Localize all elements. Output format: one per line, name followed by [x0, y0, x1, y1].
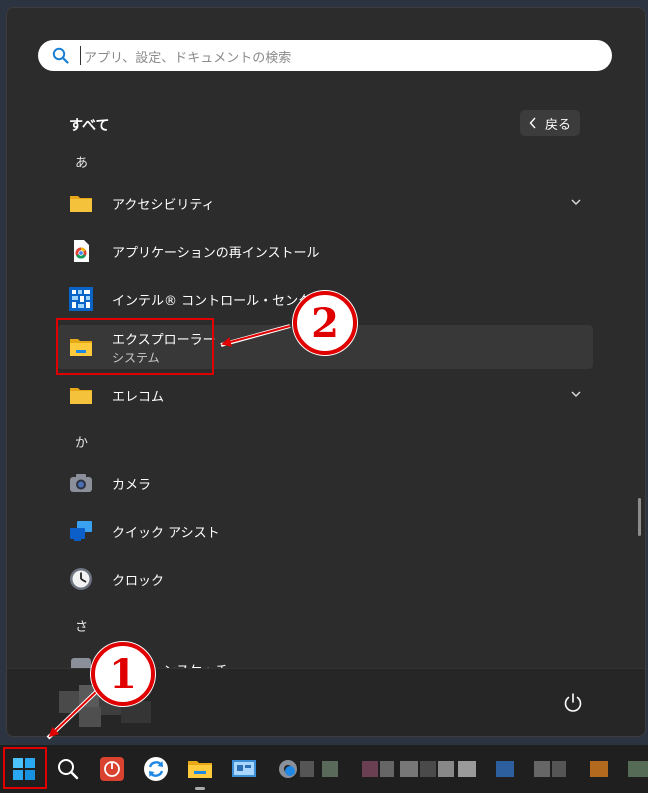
taskbar-blurred-icons — [300, 761, 648, 777]
chevron-left-icon — [529, 117, 536, 129]
search-icon — [52, 47, 69, 64]
search-icon[interactable] — [53, 754, 83, 784]
chevron-down-icon[interactable] — [569, 195, 583, 209]
app-icon — [71, 658, 91, 668]
app-label: インテル® コントロール・センター — [112, 294, 325, 309]
app-label: スクリーンスケッチ — [112, 660, 228, 668]
search-input[interactable]: アプリ、設定、ドキュメントの検索 — [84, 47, 291, 66]
quick-assist-icon — [70, 521, 92, 541]
start-menu-footer — [7, 668, 645, 736]
file-explorer-icon[interactable] — [185, 754, 215, 784]
app-label: エレコム — [112, 390, 165, 405]
reinstall-app-icon — [74, 240, 89, 262]
scrollbar-thumb[interactable] — [638, 498, 641, 536]
chevron-down-icon[interactable] — [569, 387, 583, 401]
folder-icon — [70, 388, 92, 404]
app-label: アプリケーションの再インストール — [112, 246, 320, 261]
text-caret — [80, 46, 81, 65]
power-app-icon[interactable] — [97, 754, 127, 784]
running-indicator — [195, 787, 205, 790]
app-label: クロック — [112, 574, 165, 589]
explorer-highlight — [56, 318, 214, 375]
group-header-sa[interactable]: さ — [75, 616, 88, 635]
all-apps-title: すべて — [69, 118, 110, 134]
app-item-clock[interactable]: クロック — [57, 557, 593, 601]
app-item-camera[interactable]: カメラ — [57, 461, 593, 505]
start-button-highlight — [3, 747, 47, 789]
control-panel-icon[interactable] — [229, 754, 259, 784]
group-header-a[interactable]: あ — [75, 152, 88, 171]
taskbar — [0, 745, 648, 793]
power-icon[interactable] — [561, 691, 585, 715]
app-label: クイック アシスト — [112, 526, 220, 541]
app-label: アクセシビリティ — [112, 198, 215, 213]
back-label: 戻る — [544, 117, 571, 133]
app-item-quick-assist[interactable]: クイック アシスト — [57, 509, 593, 553]
intel-control-center-icon — [69, 287, 93, 311]
app-item-partially-hidden[interactable]: スクリーンスケッチ — [57, 648, 593, 668]
back-button[interactable]: 戻る — [520, 110, 580, 136]
group-header-ka[interactable]: か — [75, 432, 88, 451]
settings-icon[interactable] — [273, 754, 303, 784]
search-box[interactable]: アプリ、設定、ドキュメントの検索 — [38, 40, 612, 71]
app-item-reinstall-apps[interactable]: アプリケーションの再インストール — [57, 229, 593, 273]
sync-icon[interactable] — [141, 754, 171, 784]
user-account-avatar[interactable] — [59, 681, 159, 733]
app-item-intel-control-center[interactable]: インテル® コントロール・センター — [57, 277, 593, 321]
app-label: カメラ — [112, 478, 152, 493]
camera-icon — [70, 474, 92, 492]
app-item-accessibility[interactable]: アクセシビリティ — [57, 181, 593, 225]
clock-icon — [70, 568, 92, 590]
app-item-elecom[interactable]: エレコム — [57, 373, 593, 417]
folder-icon — [70, 196, 92, 212]
